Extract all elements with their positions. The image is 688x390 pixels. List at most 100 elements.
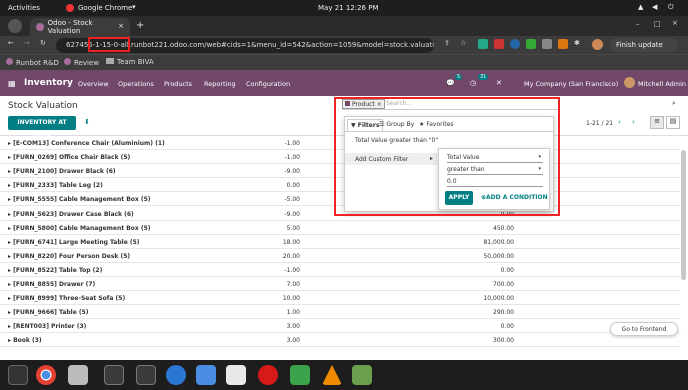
search-icon[interactable]: ⌕ — [672, 99, 676, 108]
tab-favorites[interactable]: ★ Favorites — [419, 121, 453, 128]
extension-icon[interactable] — [526, 39, 536, 49]
maximize-icon[interactable]: □ — [654, 20, 661, 28]
operator-select[interactable]: greater than ▾ — [447, 166, 543, 175]
spreadsheet-icon[interactable] — [290, 365, 310, 385]
chat-icon[interactable]: 💬 — [446, 79, 455, 87]
table-row[interactable]: ▸ [FURN_5623] Drawer Case Black (6) -9.00… — [0, 208, 680, 221]
thunderbird-icon[interactable] — [166, 365, 186, 385]
facet-close-icon[interactable]: × — [377, 101, 382, 108]
bookmark-review[interactable]: Review — [64, 58, 99, 67]
star-icon[interactable]: ☆ — [460, 39, 466, 47]
share-icon[interactable]: ⇪ — [444, 39, 450, 47]
user-menu[interactable]: Mitchell Admin — [638, 80, 686, 88]
app-grid-icon[interactable] — [8, 365, 28, 385]
trash-icon[interactable] — [352, 365, 372, 385]
download-icon[interactable]: ⬇ — [84, 118, 90, 126]
menu-operations[interactable]: Operations — [118, 80, 154, 88]
list-view-button[interactable]: ≡ — [650, 116, 664, 129]
power-icon[interactable]: ⏻ — [668, 3, 674, 12]
company-switcher[interactable]: My Company (San Francisco) — [524, 80, 618, 88]
odoo-icon — [6, 58, 13, 65]
back-icon[interactable]: ← — [8, 39, 14, 47]
field-select[interactable]: Total Value ▾ — [447, 154, 543, 163]
window-close-icon[interactable]: × — [672, 19, 678, 27]
table-row[interactable]: ▸ [FURN_2333] Table Leg (2) 0.00 — [0, 179, 680, 193]
files-icon[interactable] — [68, 365, 88, 385]
value-input[interactable]: 0.0 — [447, 178, 543, 187]
add-condition-button[interactable]: ⊕ADD A CONDITION — [481, 194, 548, 201]
scrollbar[interactable] — [681, 150, 686, 280]
table-row[interactable]: ▸ [E-COM13] Conference Chair (Aluminium)… — [0, 137, 680, 150]
chat-badge: 5 — [455, 74, 463, 80]
chrome-icon[interactable] — [36, 365, 56, 385]
search-input[interactable]: Product × Search... — [342, 98, 558, 110]
quantity-cell: 5.00 — [286, 224, 300, 232]
editor-icon[interactable] — [226, 365, 246, 385]
bookmark-runbot[interactable]: Runbot R&D — [6, 58, 59, 67]
clock[interactable]: May 21 12:26 PM — [318, 4, 379, 12]
terminal-icon[interactable] — [104, 365, 124, 385]
tab-title: Odoo - Stock Valuation — [47, 19, 93, 35]
pager-next-icon[interactable]: › — [632, 118, 635, 126]
vlc-icon[interactable] — [322, 365, 342, 385]
opera-icon[interactable] — [258, 365, 278, 385]
group-label: [FURN_8522] Table Top (2) — [13, 266, 103, 274]
menu-configuration[interactable]: Configuration — [246, 80, 290, 88]
terminal-icon[interactable] — [136, 365, 156, 385]
tab-search-icon[interactable] — [8, 19, 22, 33]
activity-clock-icon[interactable]: ◷ — [470, 79, 476, 87]
table-row[interactable]: ▸ [FURN_9666] Table (5) 1.00 290.00 — [0, 306, 680, 320]
reload-icon[interactable]: ↻ — [40, 39, 46, 47]
avatar[interactable] — [624, 77, 635, 88]
apply-button[interactable]: APPLY — [445, 191, 473, 205]
table-row[interactable]: ▸ [FURN_8522] Table Top (2) -1.00 0.00 — [0, 264, 680, 277]
close-icon[interactable]: × — [118, 22, 124, 30]
table-row[interactable]: ▸ [FURN_6741] Large Meeting Table (5) 18.… — [0, 236, 680, 249]
finish-update-label: Finish update — [616, 41, 663, 49]
menu-products[interactable]: Products — [164, 80, 192, 88]
table-row[interactable]: ▸ [FURN_5800] Cable Management Box (5) 5.… — [0, 222, 680, 235]
table-row[interactable]: ▸ [FURN_8999] Three-Seat Sofa (5) 10.00 10… — [0, 292, 680, 306]
table-row[interactable]: ▸ [FURN_8855] Drawer (7) 7.00 700.00 — [0, 278, 680, 291]
value-cell: 0.00 — [500, 266, 514, 274]
menu-overview[interactable]: Overview — [78, 80, 109, 88]
table-row[interactable]: ▸ [FURN_8220] Four Person Desk (5) 20.00 5… — [0, 250, 680, 263]
group-label: [FURN_6741] Large Meeting Table (5) — [13, 238, 140, 246]
app-title[interactable]: Inventory — [24, 78, 73, 88]
new-tab-button[interactable]: + — [136, 20, 144, 31]
document-icon[interactable] — [196, 365, 216, 385]
apps-menu-icon[interactable]: ▦ — [8, 79, 16, 88]
inventory-at-date-button[interactable]: INVENTORY AT DATE — [8, 116, 76, 140]
add-custom-filter[interactable]: Add Custom Filter ▸ — [345, 153, 437, 165]
minimize-icon[interactable]: – — [636, 20, 640, 28]
extension-icon[interactable] — [494, 39, 504, 49]
app-name[interactable]: Google Chrome — [78, 4, 132, 12]
search-facet[interactable]: Product × — [342, 99, 385, 109]
puzzle-icon[interactable]: ✱ — [574, 39, 580, 47]
menu-reporting[interactable]: Reporting — [204, 80, 236, 88]
extension-icon[interactable] — [478, 39, 488, 49]
finish-update-button[interactable]: Finish update — [610, 38, 678, 52]
grid-view-button[interactable]: ▤ — [666, 116, 680, 129]
forward-icon[interactable]: → — [24, 39, 30, 47]
tab-filters[interactable]: ▼ Filters — [347, 119, 384, 131]
extension-icon[interactable] — [542, 39, 552, 49]
debug-icon[interactable]: ✕ — [496, 79, 502, 87]
table-row[interactable]: ▸ [FURN_0269] Office Chair Black (5) -1.0… — [0, 151, 680, 165]
tab-odoo[interactable]: Odoo - Stock Valuation × — [30, 18, 130, 36]
activities-button[interactable]: Activities — [8, 4, 40, 12]
profile-avatar-icon[interactable] — [592, 39, 603, 50]
bookmark-team-biva[interactable]: Team BIVA — [106, 58, 154, 66]
filter-item[interactable]: Total Value greater than "0" — [355, 137, 438, 144]
tab-group-by[interactable]: ☰ Group By — [379, 121, 414, 128]
table-row[interactable]: ▸ [FURN_2100] Drawer Black (6) -9.00 — [0, 165, 680, 179]
url-input[interactable]: 627455-1-15-0-all.runbot221.odoo.com/web… — [56, 38, 434, 53]
table-row[interactable]: ▸ [RENT003] Printer (3) 3.00 0.00 — [0, 320, 680, 334]
pager[interactable]: 1-21 / 21 — [586, 120, 613, 127]
extension-icon[interactable] — [510, 39, 520, 49]
go-to-frontend-button[interactable]: Go to Frontend — [610, 322, 678, 336]
table-row[interactable]: ▸ Book (3) 3.00 300.00 — [0, 334, 680, 348]
pager-prev-icon[interactable]: ‹ — [618, 118, 621, 126]
table-row[interactable]: ▸ [FURN_5555] Cable Management Box (5) -5… — [0, 193, 680, 207]
extension-icon[interactable] — [558, 39, 568, 49]
